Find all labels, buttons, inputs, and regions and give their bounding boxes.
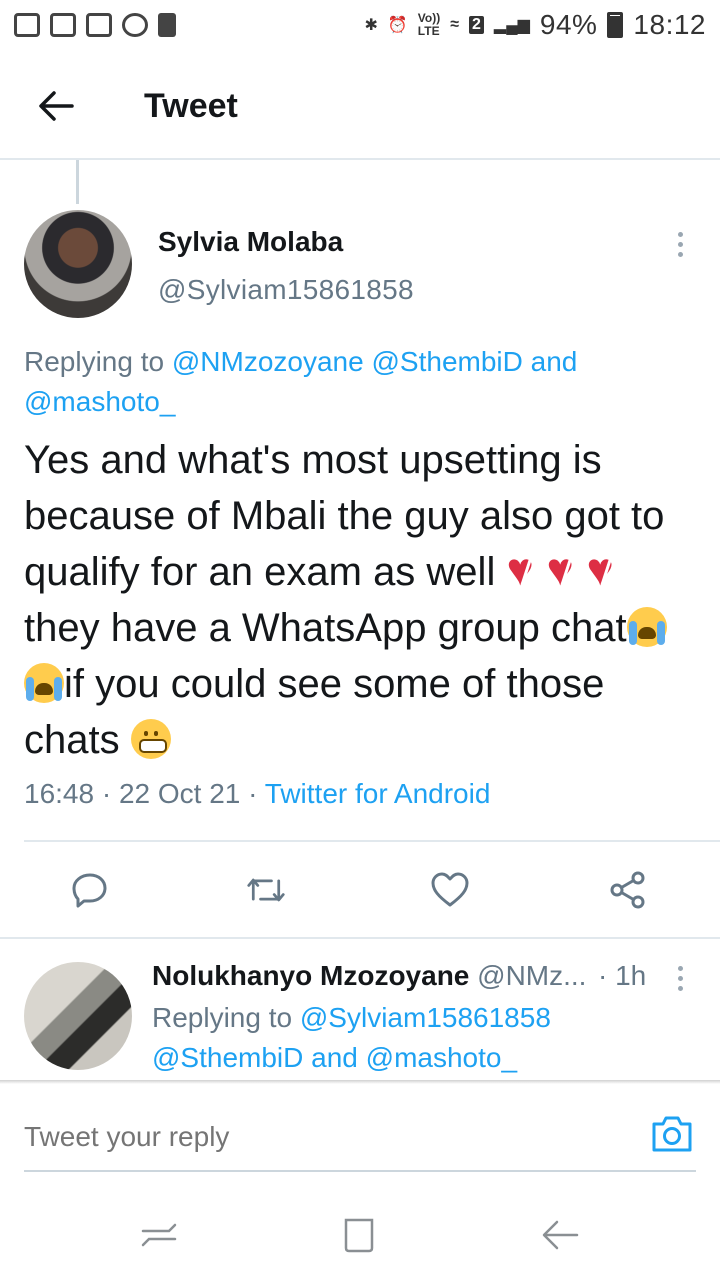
mention-link[interactable]: @mashoto_	[366, 1042, 517, 1073]
replying-prefix: Replying to	[152, 1002, 293, 1033]
clock: 18:12	[633, 9, 706, 40]
reply-author-avatar[interactable]	[24, 962, 132, 1070]
gallery-icon	[86, 13, 112, 37]
author-avatar[interactable]	[24, 210, 132, 318]
status-notifications	[14, 13, 176, 37]
bluetooth-icon: ✱	[364, 17, 378, 34]
crying-face-emoji-icon	[626, 607, 667, 647]
recent-apps-icon	[141, 1223, 177, 1247]
more-dot-icon	[677, 241, 683, 247]
camera-icon	[652, 1116, 692, 1152]
home-button[interactable]	[334, 1210, 384, 1260]
more-dot-icon	[677, 251, 683, 257]
mention-link[interactable]: @NMzozoyane	[172, 346, 364, 377]
broken-heart-emoji-icon	[586, 549, 626, 591]
tweet-source-link[interactable]: Twitter for Android	[265, 778, 491, 809]
nav-back-button[interactable]	[536, 1210, 586, 1260]
status-system: ✱ ⏰ Vo)) LTE ≈ 2 ▂▄▆ 94% 18:12	[364, 9, 706, 41]
broken-heart-emoji-icon	[546, 549, 586, 591]
compose-underline	[24, 1170, 696, 1172]
reply-author-name: Nolukhanyo Mzozoyane	[152, 960, 470, 991]
author-handle[interactable]: @Sylviam15861858	[158, 274, 414, 306]
reply-input[interactable]	[24, 1112, 544, 1162]
thread-connector-line	[76, 160, 79, 204]
youtube-icon	[14, 13, 40, 37]
alarm-icon: ⏰	[387, 17, 408, 34]
reply-more-button[interactable]	[664, 958, 696, 998]
reply-header[interactable]: Nolukhanyo Mzozoyane @NMz...	[152, 960, 592, 992]
more-dot-icon	[677, 985, 683, 991]
wifi-icon: ≈	[450, 16, 460, 33]
tweet-text-part: if you could see some of those chats	[24, 662, 605, 762]
meta-divider	[24, 840, 720, 842]
battery-icon	[607, 12, 624, 38]
reply-icon	[72, 873, 107, 908]
broken-heart-emoji-icon	[506, 549, 546, 591]
retweet-button[interactable]	[246, 870, 286, 910]
sync-icon	[122, 13, 148, 37]
home-icon	[344, 1218, 374, 1253]
mention-link[interactable]: @Sylviam15861858	[300, 1002, 551, 1033]
mention-link[interactable]: @mashoto_	[24, 386, 175, 417]
like-button[interactable]	[430, 870, 470, 910]
author-name[interactable]: Sylvia Molaba	[158, 226, 343, 258]
tweet-more-button[interactable]	[664, 224, 696, 264]
back-button[interactable]	[26, 76, 86, 136]
tweet-meta: 16:48 · 22 Oct 21 · Twitter for Android	[24, 778, 490, 810]
replying-prefix: Replying to	[24, 346, 165, 377]
recent-apps-button[interactable]	[134, 1210, 184, 1260]
volte-indicator: Vo)) LTE	[418, 12, 440, 38]
camera-button[interactable]	[650, 1112, 694, 1156]
reply-author-handle: @NMz...	[477, 960, 587, 991]
battery-percent: 94%	[539, 9, 598, 40]
tweet-separator	[0, 937, 720, 939]
sd-card-icon	[158, 13, 176, 37]
tweet-text: Yes and what's most upsetting is because…	[24, 432, 704, 768]
nav-back-icon	[542, 1220, 579, 1250]
tweet-text-part: they have a WhatsApp group chat	[24, 606, 627, 650]
tweet-actions	[0, 858, 720, 922]
tweet-date: 22 Oct 21	[118, 778, 241, 809]
more-dot-icon	[677, 965, 683, 971]
mail-icon	[50, 13, 76, 37]
replying-and[interactable]: and	[531, 346, 578, 377]
crying-face-emoji-icon	[24, 663, 64, 703]
signal-icon: ▂▄▆	[493, 17, 530, 34]
status-bar: ✱ ⏰ Vo)) LTE ≈ 2 ▂▄▆ 94% 18:12	[0, 0, 720, 50]
lte-label: LTE	[417, 24, 440, 38]
share-button[interactable]	[608, 870, 648, 910]
app-bar-divider	[0, 158, 720, 160]
reply-button[interactable]	[70, 870, 110, 910]
replying-and[interactable]: and	[311, 1042, 358, 1073]
meta-separator: ·	[240, 778, 265, 809]
like-icon	[431, 872, 469, 907]
page-title: Tweet	[144, 86, 238, 125]
meta-separator: ·	[94, 778, 119, 809]
more-dot-icon	[677, 231, 683, 237]
mention-link[interactable]: @SthembiD	[372, 346, 523, 377]
more-dot-icon	[677, 975, 683, 981]
retweet-icon	[247, 878, 285, 902]
reply-time: · 1h	[598, 960, 647, 991]
grimacing-face-emoji-icon	[130, 719, 171, 759]
back-arrow-icon	[39, 91, 74, 121]
replying-to: Replying to @NMzozoyane @SthembiD and @m…	[24, 342, 684, 422]
sim-indicator: 2	[469, 16, 484, 34]
mention-link[interactable]: @SthembiD	[152, 1042, 303, 1073]
tweet-time: 16:48	[24, 778, 95, 809]
app-bar: Tweet	[0, 60, 720, 152]
system-nav-bar	[0, 1190, 720, 1280]
compose-shadow	[0, 1080, 720, 1084]
share-icon	[610, 871, 645, 909]
reply-replying-to: Replying to @Sylviam15861858 @SthembiD a…	[152, 998, 672, 1078]
